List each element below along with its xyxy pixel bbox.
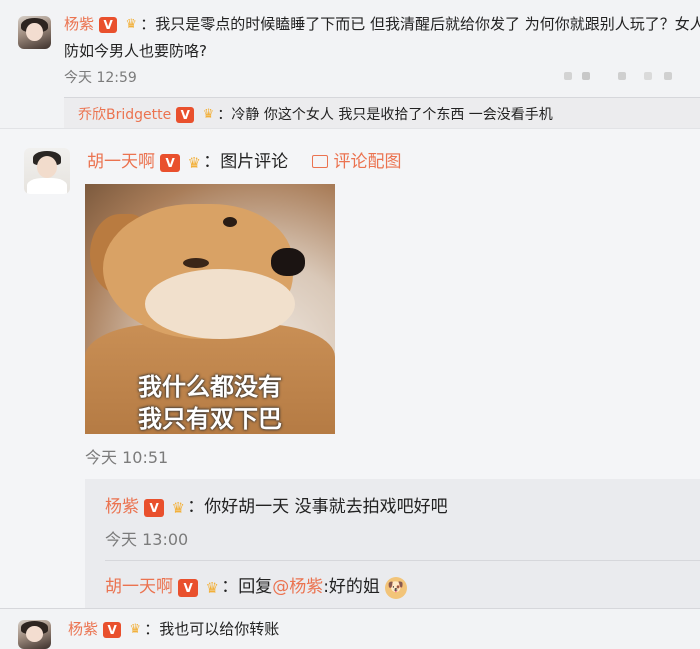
verified-badge-icon: V <box>176 106 195 123</box>
meme-caption-line2: 我只有双下巴 <box>138 405 282 433</box>
comment1-text-line2: 防如今男人也要防咯? <box>64 42 207 60</box>
meme-dog-eye <box>223 217 237 227</box>
separator: ： <box>217 107 232 123</box>
mention-link[interactable]: @杨紫 <box>272 577 323 597</box>
verified-badge-icon: V <box>103 621 122 638</box>
comment-time: 今天 12:59 <box>64 70 137 86</box>
reply-prefix: 回复 <box>238 577 273 597</box>
verified-badge-icon: V <box>144 498 165 517</box>
action-icon[interactable] <box>582 72 590 80</box>
comment-text: 你好胡一天 没事就去拍戏吧好吧 <box>204 497 448 517</box>
comment-time-text: 今天 13:00 <box>105 530 189 549</box>
divider <box>105 560 700 561</box>
meme-dog-eye <box>183 258 209 268</box>
crown-icon: ♛ <box>125 16 138 32</box>
meme-caption-line1: 我什么都没有 <box>138 373 282 401</box>
action-icon[interactable] <box>644 72 652 80</box>
comment-username[interactable]: 杨紫 <box>64 15 94 33</box>
comment1-line1: 杨紫 V ♛ ：我只是零点的时候瞌睡了下而已 但我清醒后就给你发了 为何你就跟别人… <box>64 13 700 34</box>
meme-dog-nose <box>271 248 305 276</box>
separator: ： <box>140 15 156 33</box>
separator: ： <box>221 577 239 597</box>
crown-icon: ♛ <box>129 621 142 637</box>
comment-text: 图片评论 <box>220 152 289 172</box>
comment-text: :好的姐 <box>323 577 380 597</box>
comment-username[interactable]: 胡一天啊 <box>105 577 173 597</box>
verified-badge-icon: V <box>99 16 118 33</box>
action-icon[interactable] <box>564 72 572 80</box>
comment-text: 我也可以给你转账 <box>159 620 280 638</box>
crown-icon: ♛ <box>187 153 201 172</box>
crown-icon: ♛ <box>202 106 215 122</box>
reply-huyitian: 胡一天啊 V ♛ ：回复@杨紫:好的姐 🐶 <box>105 572 408 599</box>
comment-username[interactable]: 乔欣Bridgette <box>78 107 171 123</box>
avatar-face <box>26 22 43 41</box>
comment3: 杨紫 V ♛ ：我也可以给你转账 <box>68 618 279 639</box>
comment-username[interactable]: 杨紫 <box>68 620 98 638</box>
meme-dog-cheek <box>145 269 295 339</box>
comment-text: 冷静 你这个女人 我只是收拾了个东西 一会没看手机 <box>231 107 553 123</box>
reply-yangzi: 杨紫 V ♛ ：你好胡一天 没事就去拍戏吧好吧 <box>105 492 448 517</box>
comment-time: 今天 10:51 <box>85 444 168 468</box>
crown-icon: ♛ <box>205 578 219 597</box>
comment-username[interactable]: 胡一天啊 <box>87 152 155 172</box>
separator: ： <box>187 497 205 517</box>
avatar-shirt <box>26 178 68 194</box>
dog-emoji-icon: 🐶 <box>385 576 408 599</box>
separator: ： <box>203 152 221 172</box>
comment-username[interactable]: 杨紫 <box>105 497 139 517</box>
verified-badge-icon: V <box>160 153 181 172</box>
reply-qiaoxin: 乔欣Bridgette V ♛ ：冷静 你这个女人 我只是收拾了个东西 一会没看手… <box>78 104 553 124</box>
comment2-header: 胡一天啊 V ♛ ：图片评论 评论配图 <box>87 147 401 172</box>
avatar-face <box>36 156 58 179</box>
comment-pic-link[interactable]: 评论配图 <box>333 152 401 172</box>
action-icon[interactable] <box>618 72 626 80</box>
avatar-huyitian[interactable] <box>24 148 70 194</box>
reply-time: 今天 13:00 <box>105 526 188 550</box>
action-icon[interactable] <box>664 72 672 80</box>
avatar-yangzi[interactable] <box>18 16 51 49</box>
comment-time-text: 今天 10:51 <box>85 448 169 467</box>
avatar-yangzi[interactable] <box>18 620 51 649</box>
comment-actions <box>560 70 680 82</box>
avatar-face <box>26 625 43 642</box>
comment-image[interactable]: 我什么都没有 我只有双下巴 <box>85 184 335 434</box>
comment-text: 我只是零点的时候瞌睡了下而已 但我清醒后就给你发了 为何你就跟别人玩了？女人 <box>155 15 700 33</box>
verified-badge-icon: V <box>178 578 199 597</box>
image-icon <box>312 155 329 168</box>
separator: ： <box>144 620 160 638</box>
crown-icon: ♛ <box>171 498 185 517</box>
divider <box>0 608 700 609</box>
divider <box>0 128 700 129</box>
